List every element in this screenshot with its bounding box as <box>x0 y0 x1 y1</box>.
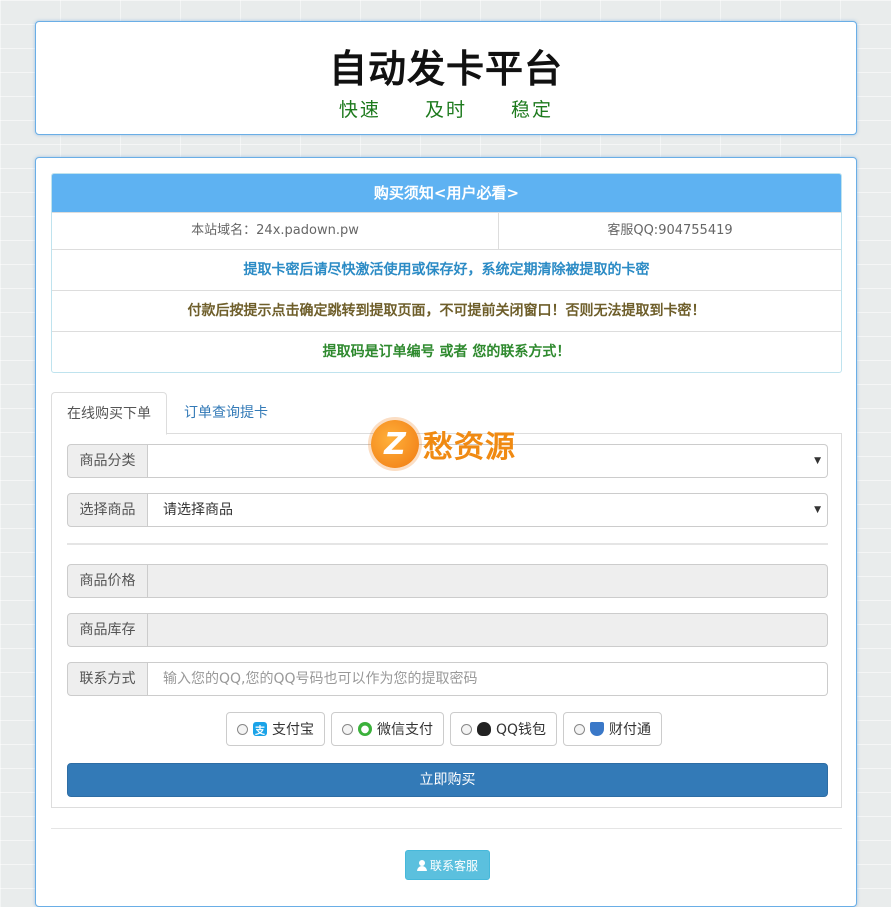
watermark-logo-icon: Z <box>371 420 419 468</box>
radio-icon[interactable] <box>574 723 586 735</box>
watermark-text: 愁资源 <box>423 430 516 465</box>
product-value: 请选择商品 <box>163 502 233 518</box>
product-select[interactable]: 请选择商品 ▼ <box>148 493 828 527</box>
tab-order-query[interactable]: 订单查询提卡 <box>169 392 283 434</box>
slogan-stable: 稳定 <box>511 99 554 121</box>
main-panel: 购买须知<用户必看> 本站域名：24x.padown.pw 客服QQ:90475… <box>35 157 857 907</box>
price-field <box>148 564 828 598</box>
slogan-timely: 及时 <box>424 99 467 121</box>
service-qq: 客服QQ:904755419 <box>607 223 733 238</box>
header-panel: 自动发卡平台 快速 及时 稳定 <box>35 21 857 135</box>
product-label: 选择商品 <box>67 493 148 527</box>
site-slogan: 快速 及时 稳定 <box>36 95 856 122</box>
tab-buy-online[interactable]: 在线购买下单 <box>51 392 167 435</box>
notice-title: 购买须知<用户必看> <box>52 174 841 212</box>
pay-label-qq: QQ钱包 <box>496 722 547 738</box>
pay-label-tenpay: 财付通 <box>609 722 652 738</box>
radio-icon[interactable] <box>342 723 353 735</box>
wechat-icon: ● <box>358 722 372 736</box>
pay-option-qq-wallet[interactable]: QQ钱包 <box>450 712 558 746</box>
contact-group: 联系方式 输入您的QQ,您的QQ号码也可以作为您的提取密码 <box>67 662 828 696</box>
stock-field <box>148 613 828 647</box>
chevron-down-icon: ▼ <box>814 505 821 515</box>
slogan-fast: 快速 <box>338 99 381 121</box>
purchase-notice: 购买须知<用户必看> 本站域名：24x.padown.pw 客服QQ:90475… <box>51 173 842 373</box>
pay-label-alipay: 支付宝 <box>272 722 314 738</box>
alipay-icon: 支 <box>253 722 267 737</box>
form-divider <box>67 543 828 545</box>
contact-service-button[interactable]: 联系客服 <box>405 850 490 880</box>
footer-divider <box>51 828 842 829</box>
site-title: 自动发卡平台 <box>328 47 563 91</box>
qq-wallet-icon <box>477 722 491 736</box>
pay-option-alipay[interactable]: 支 支付宝 <box>226 712 325 746</box>
category-label: 商品分类 <box>67 444 148 478</box>
buy-now-button[interactable]: 立即购买 <box>67 763 828 797</box>
chevron-down-icon: ▼ <box>814 456 821 466</box>
notice-line-payment: 付款后按提示点击确定跳转到提取页面，不可提前关闭窗口！否则无法提取到卡密！ <box>52 290 841 331</box>
notice-line-extract: 提取卡密后请尽快激活使用或保存好，系统定期清除被提取的卡密 <box>52 249 841 290</box>
price-label: 商品价格 <box>67 564 148 598</box>
notice-info-row: 本站域名：24x.padown.pw 客服QQ:904755419 <box>52 212 841 249</box>
pay-option-tenpay[interactable]: 财付通 <box>563 712 663 746</box>
user-icon <box>416 859 427 871</box>
stock-label: 商品库存 <box>67 613 148 647</box>
price-group: 商品价格 <box>67 564 828 598</box>
notice-line-code: 提取码是订单编号 或者 您的联系方式！ <box>52 331 841 372</box>
radio-icon[interactable] <box>461 723 472 735</box>
contact-input[interactable]: 输入您的QQ,您的QQ号码也可以作为您的提取密码 <box>148 662 828 696</box>
contact-service-label: 联系客服 <box>429 858 478 873</box>
contact-label: 联系方式 <box>67 662 148 696</box>
site-domain: 本站域名：24x.padown.pw <box>52 213 499 249</box>
payment-methods: 支 支付宝 ● 微信支付 QQ钱包 财付通 <box>226 712 663 746</box>
stock-group: 商品库存 <box>67 613 828 647</box>
product-group: 选择商品 请选择商品 ▼ <box>67 493 828 527</box>
pay-option-wechat[interactable]: ● 微信支付 <box>331 712 444 746</box>
pay-label-wechat: 微信支付 <box>377 722 433 738</box>
order-form: 商品分类 ▼ 选择商品 请选择商品 ▼ 商品价格 商品库存 联系方式 输入您的Q… <box>51 433 842 808</box>
radio-icon[interactable] <box>237 723 248 735</box>
tenpay-icon <box>590 722 605 736</box>
watermark: Z 愁资源 <box>371 420 516 468</box>
